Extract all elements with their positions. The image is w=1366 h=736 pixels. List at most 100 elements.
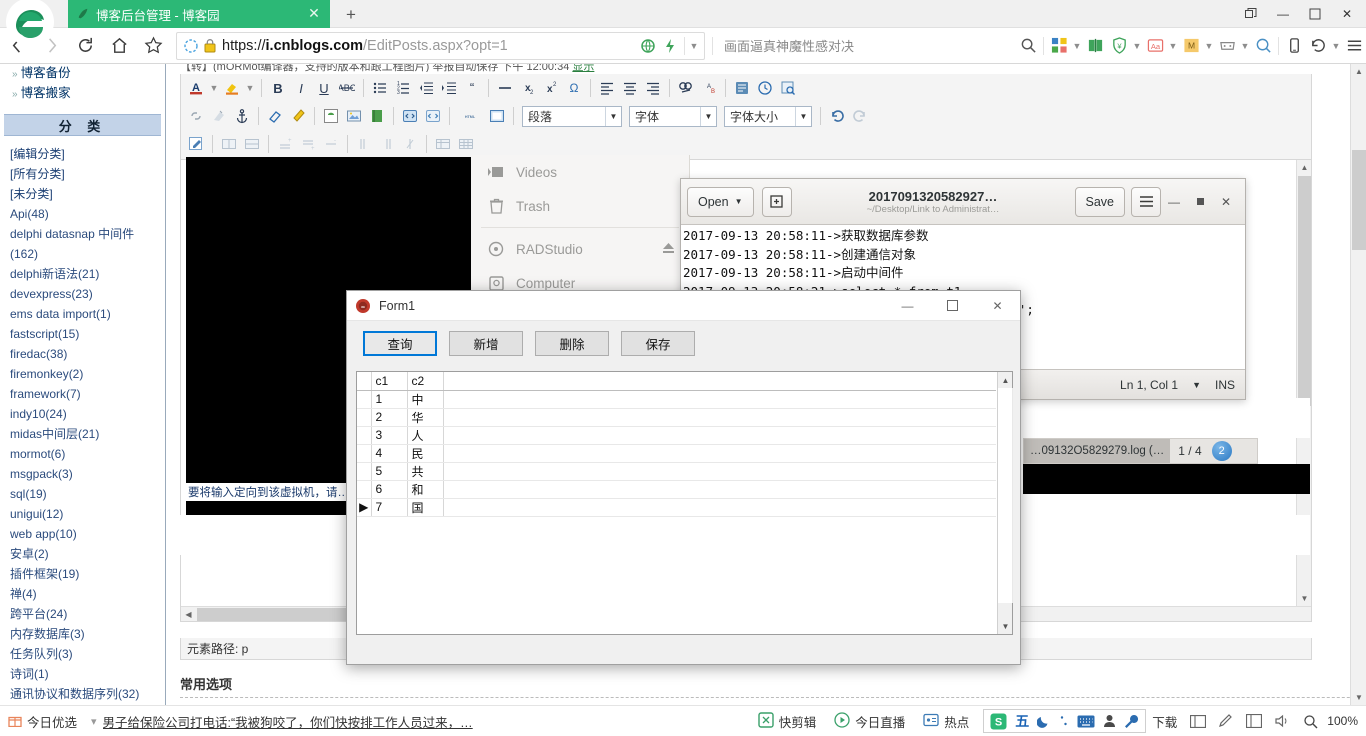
ime-mode-label[interactable]: 五 [1015,711,1029,731]
sidebar-item-webapp[interactable]: web app(10) [10,524,159,544]
volume-icon[interactable] [1269,709,1295,733]
insert-row-above-icon[interactable]: + [274,133,296,155]
edit-note-icon[interactable] [185,133,207,155]
horizontal-rule-icon[interactable] [494,77,516,99]
html-mode-icon[interactable]: HTML [455,105,485,127]
window-minimize-button[interactable]: — [1268,3,1298,25]
magnifier-icon[interactable] [1251,33,1275,59]
insert-image-icon[interactable] [343,105,365,127]
apps-grid-icon[interactable] [1047,33,1071,59]
taskbar-item-live[interactable]: 今日直播 [826,711,913,731]
gedit-maximize-button[interactable] [1187,189,1213,215]
scroll-down-arrow-icon[interactable]: ▼ [1297,591,1311,606]
redo-icon[interactable] [849,105,871,127]
special-character-icon[interactable]: Ω [563,77,585,99]
sidebar-item-devexpress[interactable]: devexpress(23) [10,284,159,304]
align-left-icon[interactable] [596,77,618,99]
sidebar-item-indy10[interactable]: indy10(24) [10,404,159,424]
merge-cells-icon[interactable] [218,133,240,155]
moon-icon[interactable] [1037,714,1051,728]
cell-c2[interactable]: 人 [407,426,444,445]
table-row[interactable]: 4民 [357,444,996,463]
sidebar-item-uncategorized[interactable]: [未分类] [10,184,159,204]
sidebar-item-memory-db[interactable]: 内存数据库(3) [10,624,159,644]
sidebar-item-msgpack[interactable]: msgpack(3) [10,464,159,484]
table-properties-icon[interactable] [432,133,454,155]
form1-maximize-button[interactable] [930,291,975,320]
hamburger-menu-button[interactable] [1131,186,1161,217]
align-center-icon[interactable] [619,77,641,99]
pencil-icon[interactable] [1213,709,1239,733]
sidebar-item-fastscript[interactable]: fastscript(15) [10,324,159,344]
cell-c2[interactable]: 共 [407,462,444,481]
sidebar-item-plugin-framework[interactable]: 插件框架(19) [10,564,159,584]
file-manager-item-trash[interactable]: Trash [471,189,689,223]
sidebar-item-api[interactable]: Api(48) [10,204,159,224]
scroll-up-arrow-icon[interactable]: ▲ [998,372,1013,388]
delete-button[interactable]: 删除 [535,330,609,356]
sidebar-item-poetry[interactable]: 诗词(1) [10,664,159,684]
text-color-icon[interactable]: A [185,77,207,99]
preview-icon[interactable] [777,77,799,99]
spellcheck-icon[interactable]: AB [698,77,720,99]
screenshot-icon[interactable]: M [1179,33,1203,59]
taskbar-item-hotspot[interactable]: 热点 [915,712,977,731]
scroll-up-arrow-icon[interactable]: ▲ [1351,64,1366,79]
editor-autosave-link[interactable]: 显示 [572,64,594,72]
window-switcher-icon[interactable] [1185,709,1211,733]
gedit-close-button[interactable]: ✕ [1213,189,1239,215]
align-right-icon[interactable] [642,77,664,99]
strikethrough-icon[interactable]: ABC [336,77,358,99]
shield-yuan-icon[interactable]: ¥ [1107,33,1131,59]
window-maximize-button[interactable] [1300,3,1330,25]
chevron-down-icon[interactable]: ▾ [85,715,103,728]
chevron-down-icon[interactable]: ▼ [208,83,220,93]
search-input[interactable]: 画面逼真神魔性感对决 [716,32,1016,60]
form1-data-grid[interactable]: c1 c2 1中 2华 3人 4民 5共 6和 ▶ 7 国 ▲ ▼ [356,371,1013,635]
new-tab-button[interactable]: + [340,4,362,26]
form1-close-button[interactable]: ✕ [975,291,1020,320]
insert-book-icon[interactable] [366,105,388,127]
scroll-thumb[interactable] [998,388,1013,603]
menu-hamburger-icon[interactable] [1342,33,1366,59]
chevron-down-icon[interactable]: ▼ [1167,41,1179,51]
bold-icon[interactable]: B [267,77,289,99]
file-manager-item-videos[interactable]: Videos [471,155,689,189]
star-icon[interactable] [136,30,170,62]
clock-icon[interactable] [754,77,776,99]
person-icon[interactable] [1103,714,1116,728]
eraser-icon[interactable] [264,105,286,127]
remove-format-icon[interactable] [208,105,230,127]
gedit-minimize-button[interactable]: — [1161,189,1187,215]
sidebar-item-midas[interactable]: midas中间层(21) [10,424,159,444]
sidebar-item-mormot[interactable]: mormot(6) [10,444,159,464]
history-back-icon[interactable] [1306,33,1330,59]
sogou-icon[interactable]: S [990,713,1007,730]
wrench-icon[interactable] [1124,714,1139,729]
save-button[interactable]: Save [1074,186,1125,217]
mobile-view-icon[interactable] [1282,33,1306,59]
outdent-icon[interactable] [415,77,437,99]
eject-icon[interactable] [662,242,675,257]
window-close-button[interactable]: ✕ [1332,3,1362,25]
cell-c1[interactable]: 7 [371,498,408,517]
sidebar-item-protocol-serialization[interactable]: 通讯协议和数据序列(32) [10,684,159,704]
font-family-dropdown[interactable]: 字体 ▼ [629,105,717,127]
download-label[interactable]: 下载 [1152,712,1183,731]
numbered-list-icon[interactable]: 123 [392,77,414,99]
chevron-down-icon[interactable]: ▼ [1192,380,1201,390]
cell-c2[interactable]: 民 [407,444,444,463]
cell-c2[interactable]: 国 [407,498,444,517]
chevron-down-icon[interactable]: ▼ [1071,41,1083,51]
chevron-down-icon[interactable]: ▼ [688,41,700,51]
taskbar-promo[interactable]: 今日优选 [0,712,85,731]
notification-badge[interactable]: 2 [1211,441,1232,461]
paragraph-style-dropdown[interactable]: 段落 ▼ [522,105,622,127]
table-row[interactable]: 2华 [357,408,996,427]
save-button[interactable]: 保存 [621,330,695,356]
zoom-level[interactable]: 100% [1325,714,1358,728]
sidebar-item-delphi-syntax[interactable]: delphi新语法(21) [10,264,159,284]
undo-icon[interactable] [826,105,848,127]
sidebar-item-migrate[interactable]: » 博客搬家 [6,84,159,104]
cell-c2[interactable]: 和 [407,480,444,499]
